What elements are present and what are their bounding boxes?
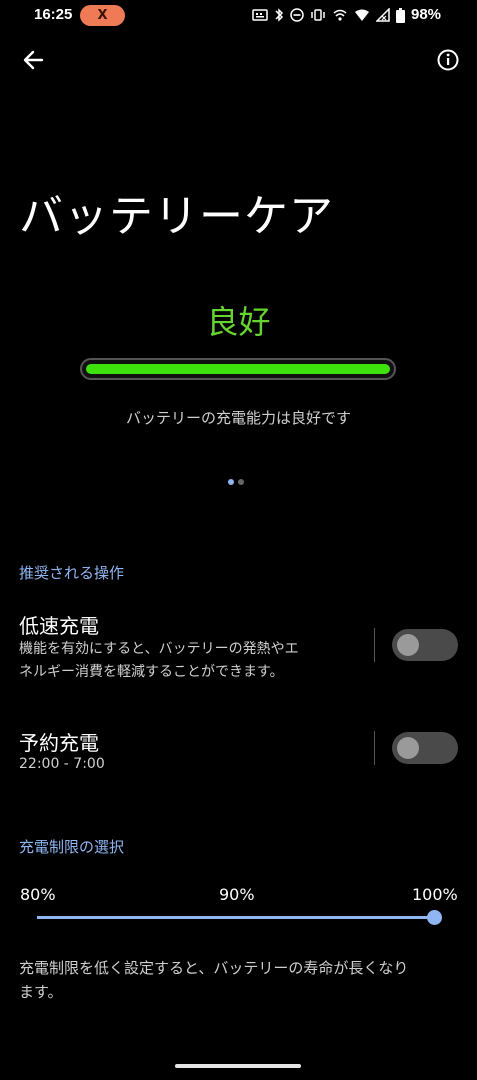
battery-icon xyxy=(396,7,405,23)
charge-limit-description-line2: ます。 xyxy=(19,983,63,1001)
charge-limit-label-90: 90% xyxy=(219,885,255,904)
charge-limit-label-100: 100% xyxy=(412,885,458,904)
page-indicator xyxy=(228,479,244,485)
charge-limit-label-80: 80% xyxy=(20,885,56,904)
charge-limit-slider-thumb[interactable] xyxy=(427,910,442,925)
slow-charge-description: 機能を有効にすると、バッテリーの発熱やエ ネルギー消費を軽減することができます。 xyxy=(19,638,359,684)
toggle-knob xyxy=(397,634,419,656)
slow-charge-description-line2: ネルギー消費を軽減することができます。 xyxy=(19,664,284,680)
scheduled-charge-time: 22:00 - 7:00 xyxy=(19,756,105,772)
vibrate-icon xyxy=(311,9,325,21)
notification-badge: X xyxy=(80,5,125,26)
status-time: 16:25 xyxy=(34,6,73,23)
arrow-left-icon xyxy=(23,50,44,70)
page-title: バッテリーケア xyxy=(19,191,334,242)
slow-charge-toggle[interactable] xyxy=(392,629,458,661)
info-button[interactable] xyxy=(434,46,462,74)
navigation-handle[interactable] xyxy=(175,1064,301,1068)
scheduled-charge-title: 予約充電 xyxy=(19,731,99,755)
hotspot-icon xyxy=(333,9,347,21)
divider xyxy=(374,731,375,765)
info-icon xyxy=(437,49,459,71)
keyboard-icon xyxy=(252,9,268,21)
status-icons xyxy=(252,7,405,23)
toggle-knob xyxy=(397,737,419,759)
scheduled-charge-toggle[interactable] xyxy=(392,732,458,764)
wifi-icon xyxy=(355,9,369,21)
recommended-section-header: 推奨される操作 xyxy=(19,564,125,582)
page-dot xyxy=(238,479,244,485)
status-bar: 16:25 X 98% xyxy=(0,0,477,30)
battery-percent: 98% xyxy=(411,6,442,23)
battery-health-bar xyxy=(80,358,396,380)
battery-health-description: バッテリーの充電能力は良好です xyxy=(125,409,351,427)
back-button[interactable] xyxy=(20,46,48,74)
signal-icon xyxy=(376,8,390,22)
slow-charge-description-line1: 機能を有効にすると、バッテリーの発熱やエ xyxy=(19,641,299,657)
battery-health-bar-fill xyxy=(86,364,390,374)
charge-limit-section-header: 充電制限の選択 xyxy=(19,838,125,856)
page-dot-active xyxy=(228,479,234,485)
charge-limit-slider-track[interactable] xyxy=(37,916,434,919)
dnd-icon xyxy=(290,8,304,22)
charge-limit-description-line1: 充電制限を低く設定すると、バッテリーの寿命が長くなり xyxy=(19,959,409,977)
battery-health-status: 良好 xyxy=(206,303,271,341)
charge-limit-description: 充電制限を低く設定すると、バッテリーの寿命が長くなり ます。 xyxy=(19,956,459,1004)
divider xyxy=(374,628,375,662)
slow-charge-title: 低速充電 xyxy=(19,614,99,638)
bluetooth-icon xyxy=(275,8,284,22)
